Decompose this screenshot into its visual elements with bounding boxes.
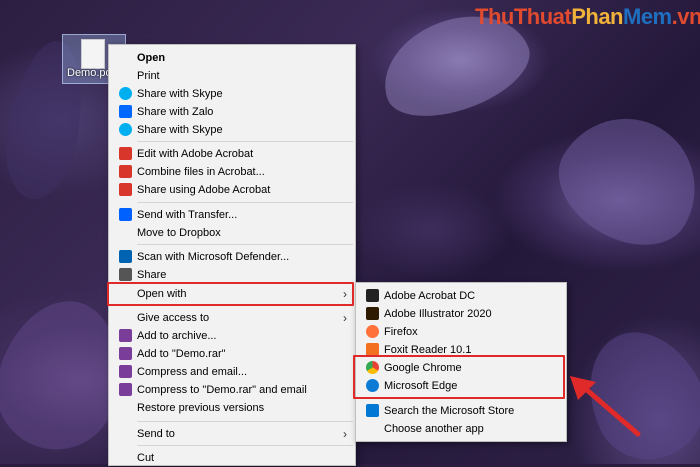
menu-item-label: Cut [137, 452, 155, 464]
menu-item-label: Compress and email... [137, 366, 248, 378]
chevron-right-icon: › [343, 427, 347, 441]
leaf-decoration [539, 93, 700, 267]
menu-item-label: Move to Dropbox [137, 227, 221, 239]
menu-item[interactable]: Send to › [109, 425, 355, 443]
illustrator-icon [366, 307, 379, 320]
menu-item-label: Compress to "Demo.rar" and email [137, 384, 307, 396]
menu-item-label: Share with Zalo [137, 106, 214, 118]
menu-item-label: Share with Skype [137, 88, 223, 100]
menu-item[interactable]: Combine files in Acrobat... [109, 163, 355, 181]
store-icon [366, 404, 379, 417]
menu-separator [137, 244, 353, 245]
menu-item[interactable]: Share with Zalo [109, 103, 355, 121]
menu-item-label: Edit with Adobe Acrobat [137, 148, 254, 160]
menu-item[interactable]: Adobe Acrobat DC [356, 287, 566, 305]
menu-item-label: Print [137, 70, 160, 82]
skype-icon [119, 123, 132, 136]
menu-item-label: Open [137, 52, 166, 64]
menu-item-label: Share using Adobe Acrobat [137, 184, 271, 196]
zalo-icon [119, 105, 132, 118]
menu-separator [137, 445, 353, 446]
dropbox-icon [119, 208, 132, 221]
context-menu: Open Print Share with Skype Share with Zalo… [108, 44, 356, 466]
menu-item[interactable]: Scan with Microsoft Defender... [109, 248, 355, 266]
menu-item[interactable]: Open [109, 49, 355, 67]
menu-item[interactable]: Send with Transfer... [109, 206, 355, 224]
defender-icon [119, 250, 132, 263]
menu-item[interactable]: Restore previous versions [109, 399, 355, 417]
menu-item-label: Adobe Acrobat DC [384, 290, 476, 302]
menu-item-label: Add to archive... [137, 330, 217, 342]
menu-item[interactable]: Compress and email... [109, 363, 355, 381]
menu-item[interactable]: Search the Microsoft Store [356, 402, 566, 420]
menu-separator [137, 421, 353, 422]
menu-item-label: Combine files in Acrobat... [137, 166, 265, 178]
winrar-icon [119, 383, 132, 396]
acrobat-dc-icon [366, 289, 379, 302]
watermark-logo: ThuThuatPhanMem.vn [475, 4, 700, 29]
menu-item[interactable]: Share with Skype [109, 121, 355, 139]
menu-separator [137, 141, 353, 142]
menu-item[interactable]: Adobe Illustrator 2020 [356, 305, 566, 323]
winrar-icon [119, 365, 132, 378]
share-icon [119, 268, 132, 281]
menu-item-label: Scan with Microsoft Defender... [137, 251, 290, 263]
menu-item[interactable]: Choose another app [356, 420, 566, 438]
menu-item[interactable]: Move to Dropbox [109, 224, 355, 242]
menu-item-label: Firefox [384, 326, 418, 338]
menu-item-label: Restore previous versions [137, 402, 265, 414]
menu-item[interactable]: Firefox [356, 323, 566, 341]
winrar-icon [119, 347, 132, 360]
winrar-icon [119, 329, 132, 342]
chevron-right-icon: › [343, 311, 347, 325]
menu-item[interactable]: Cut [109, 449, 355, 467]
menu-item[interactable]: Give access to › [109, 309, 355, 327]
menu-item[interactable]: Share using Adobe Acrobat [109, 181, 355, 199]
menu-item-label: Send with Transfer... [137, 209, 238, 221]
menu-item[interactable]: Print [109, 67, 355, 85]
acrobat-icon [119, 147, 132, 160]
acrobat-icon [119, 165, 132, 178]
menu-separator [137, 202, 353, 203]
highlight-browsers [353, 355, 565, 399]
menu-item-label: Give access to [137, 312, 210, 324]
menu-item[interactable]: Share with Skype [109, 85, 355, 103]
pdf-file-icon [81, 39, 105, 69]
menu-item[interactable]: Add to archive... [109, 327, 355, 345]
menu-item-label: Choose another app [384, 423, 484, 435]
menu-item-label: Add to "Demo.rar" [137, 348, 226, 360]
pointer-arrow [570, 376, 641, 437]
menu-item-label: Send to [137, 428, 175, 440]
menu-item-label: Adobe Illustrator 2020 [384, 308, 492, 320]
firefox-icon [366, 325, 379, 338]
menu-item-label: Search the Microsoft Store [384, 405, 515, 417]
menu-item[interactable]: Compress to "Demo.rar" and email [109, 381, 355, 399]
desktop-file-name: Demo.pd [67, 67, 112, 79]
skype-icon [119, 87, 132, 100]
menu-item[interactable]: Edit with Adobe Acrobat [109, 145, 355, 163]
menu-item-label: Share with Skype [137, 124, 223, 136]
highlight-open-with [107, 282, 354, 306]
menu-item[interactable]: Add to "Demo.rar" [109, 345, 355, 363]
acrobat-icon [119, 183, 132, 196]
